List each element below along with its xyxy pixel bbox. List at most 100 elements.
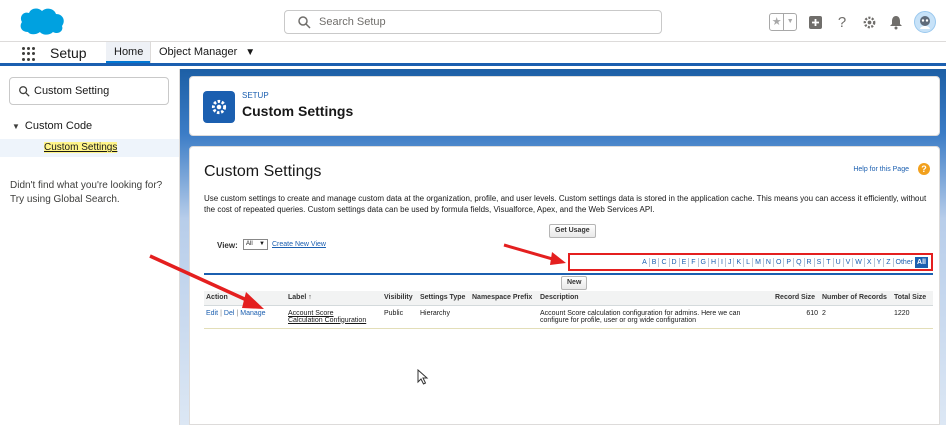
edit-link[interactable]: Edit — [206, 310, 218, 317]
alphabet-letter-m[interactable]: M — [752, 257, 763, 267]
alphabet-letter-i[interactable]: I — [718, 257, 725, 267]
favorites-button[interactable]: ★ ▼ — [769, 13, 797, 31]
alphabet-letter-t[interactable]: T — [823, 257, 832, 267]
alphabet-letter-y[interactable]: Y — [873, 257, 884, 267]
alphabet-letter-b[interactable]: B — [648, 257, 659, 267]
alphabet-letter-q[interactable]: Q — [793, 257, 803, 267]
chevron-down-icon[interactable]: ▼ — [12, 122, 20, 131]
mouse-cursor-icon — [417, 369, 429, 385]
alphabet-letter-j[interactable]: J — [724, 257, 734, 267]
table-top-border — [204, 273, 933, 275]
app-launcher-icon[interactable] — [22, 47, 36, 61]
search-icon — [19, 86, 30, 97]
number-of-records-cell: 2 — [820, 305, 892, 329]
alphabet-letter-x[interactable]: X — [863, 257, 874, 267]
alphabet-letter-n[interactable]: N — [762, 257, 773, 267]
col-settings-type[interactable]: Settings Type — [418, 291, 470, 306]
alphabet-letter-d[interactable]: D — [668, 257, 679, 267]
alphabet-filter: A B C D E F G H I J K L M N O P Q R S T U V W X Y Z Other All — [568, 253, 933, 271]
tab-object-manager-label: Object Manager — [159, 46, 238, 58]
create-new-view-link[interactable]: Create New View — [272, 241, 326, 248]
label-cell[interactable]: Account Score Calculation Configuration — [286, 305, 382, 329]
col-record-size[interactable]: Record Size — [773, 291, 820, 306]
star-icon[interactable]: ★ — [770, 14, 785, 30]
settings-type-cell: Hierarchy — [418, 305, 470, 329]
alphabet-letter-s[interactable]: S — [813, 257, 824, 267]
content-title: Custom Settings — [204, 163, 322, 180]
col-visibility[interactable]: Visibility — [382, 291, 418, 306]
tab-home[interactable]: Home — [106, 42, 152, 63]
col-description[interactable]: Description — [538, 291, 773, 306]
view-selected-value: All — [246, 241, 253, 247]
alphabet-letter-w[interactable]: W — [852, 257, 864, 267]
delete-link[interactable]: Del — [224, 310, 235, 317]
alphabet-letter-f[interactable]: F — [688, 257, 697, 267]
tree-item-custom-code[interactable]: ▼ Custom Code — [12, 120, 92, 132]
alphabet-letter-c[interactable]: C — [658, 257, 668, 267]
custom-settings-panel: Custom Settings Help for this Page ? Use… — [189, 146, 940, 425]
help-icon[interactable]: ? — [833, 13, 851, 31]
chevron-down-icon[interactable]: ▼ — [245, 47, 255, 58]
alphabet-letter-a[interactable]: A — [640, 258, 649, 267]
search-setup-box[interactable]: Search Setup — [284, 10, 662, 34]
alphabet-letter-r[interactable]: R — [803, 257, 814, 267]
app-navigation: Setup Home Object Manager ▼ — [0, 42, 946, 66]
alphabet-letter-k[interactable]: K — [733, 257, 743, 267]
description-cell: Account Score calculation configuration … — [538, 305, 773, 329]
page-description: Use custom settings to create and manage… — [204, 194, 927, 214]
tab-home-label: Home — [114, 46, 144, 58]
search-placeholder: Search Setup — [319, 16, 386, 28]
help-icon[interactable]: ? — [918, 163, 930, 175]
alphabet-letter-other[interactable]: Other — [892, 257, 916, 267]
tree-item-label: Custom Code — [24, 120, 93, 132]
view-select[interactable]: All ▼ — [243, 239, 268, 250]
header-icons: ★ ▼ ? — [769, 10, 936, 34]
salesforce-logo[interactable] — [18, 5, 66, 37]
not-found-line: Didn't find what you're looking for? — [10, 180, 163, 191]
get-usage-button[interactable]: Get Usage — [549, 224, 596, 238]
setup-eyebrow: SETUP — [242, 91, 269, 100]
global-header: Search Setup ★ ▼ ? — [0, 0, 946, 42]
alphabet-letter-z[interactable]: Z — [883, 257, 892, 267]
col-namespace-prefix[interactable]: Namespace Prefix — [470, 291, 538, 306]
col-number-of-records[interactable]: Number of Records — [820, 291, 892, 306]
tree-item-custom-settings[interactable]: Custom Settings — [0, 139, 179, 157]
record-size-cell: 610 — [773, 305, 820, 329]
col-label[interactable]: Label ↑ — [286, 291, 382, 306]
col-total-size[interactable]: Total Size — [892, 291, 933, 306]
alphabet-letter-u[interactable]: U — [832, 257, 843, 267]
manage-link[interactable]: Manage — [240, 310, 265, 317]
bell-icon[interactable] — [887, 13, 905, 31]
gear-icon[interactable] — [860, 13, 878, 31]
table-header-row: Action Label ↑ Visibility Settings Type … — [204, 291, 933, 306]
alphabet-letter-l[interactable]: L — [743, 257, 752, 267]
global-actions-icon[interactable] — [806, 13, 824, 31]
chevron-down-icon[interactable]: ▼ — [784, 14, 796, 30]
alphabet-letter-p[interactable]: P — [783, 257, 793, 267]
app-name: Setup — [50, 45, 87, 61]
not-found-message: Didn't find what you're looking for? Try… — [10, 179, 175, 207]
alphabet-letter-g[interactable]: G — [697, 257, 708, 267]
alphabet-letter-o[interactable]: O — [772, 257, 783, 267]
alphabet-letter-v[interactable]: V — [842, 257, 853, 267]
total-size-cell: 1220 — [892, 305, 933, 329]
setting-label-link[interactable]: Calculation Configuration — [288, 317, 366, 324]
chevron-down-icon: ▼ — [259, 241, 265, 247]
alphabet-letter-all[interactable]: All — [915, 256, 928, 268]
alphabet-letter-e[interactable]: E — [678, 257, 689, 267]
quick-find-input[interactable]: Custom Setting — [9, 77, 169, 105]
col-action: Action — [204, 291, 286, 306]
namespace-prefix-cell — [470, 305, 538, 329]
page-title: Custom Settings — [242, 103, 354, 119]
alphabet-letter-h[interactable]: H — [707, 257, 718, 267]
tab-object-manager[interactable]: Object Manager ▼ — [150, 42, 263, 63]
quick-find-value: Custom Setting — [34, 85, 110, 97]
setting-label-link[interactable]: Account Score — [288, 310, 334, 317]
tree-item-label[interactable]: Custom Settings — [44, 142, 118, 153]
setup-sidebar: Custom Setting ▼ Custom Code Custom Setti… — [0, 69, 180, 425]
help-for-page-link[interactable]: Help for this Page — [853, 166, 909, 173]
action-cell: Edit | Del | Manage — [204, 305, 286, 329]
search-icon — [298, 16, 311, 29]
user-avatar[interactable] — [914, 11, 936, 33]
new-button[interactable]: New — [561, 276, 588, 290]
